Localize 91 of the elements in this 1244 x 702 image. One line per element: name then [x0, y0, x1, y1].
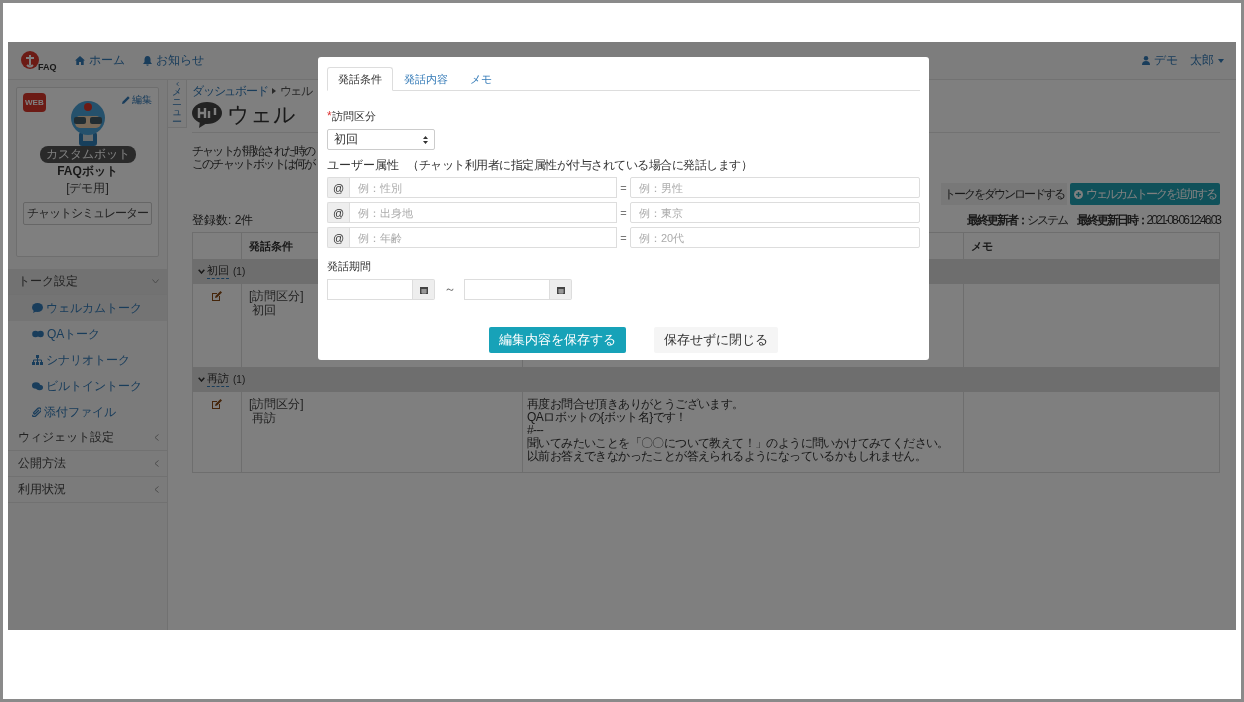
add-button[interactable]: ウェルカムトークを追加する — [1070, 183, 1220, 205]
speech-bubble-icon — [32, 303, 43, 313]
chevron-down-icon — [198, 376, 205, 382]
end-date-field[interactable] — [464, 279, 550, 300]
at-addon: @ — [327, 177, 349, 198]
chevron-down-icon — [152, 279, 159, 284]
simulator-button[interactable]: チャットシミュレーター — [23, 202, 152, 225]
page-title: ウェル — [227, 101, 296, 129]
at-addon: @ — [327, 227, 349, 248]
save-button[interactable]: 編集内容を保存する — [489, 327, 626, 353]
menu-item[interactable]: ウェルカムトーク — [8, 295, 167, 321]
calendar-icon — [419, 285, 428, 294]
edit-icon[interactable] — [212, 291, 222, 301]
menu-group[interactable]: 公開方法 — [8, 451, 167, 477]
breadcrumb-current: ウェル — [279, 82, 312, 100]
breadcrumb-link[interactable]: ダッシュボード — [192, 82, 268, 100]
start-date-field[interactable] — [327, 279, 413, 300]
field-note: （チャット利用者に指定属性が付与されている場合に発話します） — [407, 157, 752, 174]
dialog-tab[interactable]: 発話内容 — [393, 67, 459, 91]
menu-group[interactable]: 利用状況 — [8, 477, 167, 503]
channel-badge: WEB — [23, 93, 46, 112]
select-arrows-icon — [423, 135, 428, 144]
qa-bubbles-icon — [32, 330, 44, 338]
calendar-button[interactable] — [550, 279, 572, 300]
menu-group[interactable]: トーク設定 — [8, 269, 167, 295]
message-line: QAロボットの{ボット名}です！ — [527, 411, 688, 424]
message-line: #--- — [527, 424, 545, 437]
dialog-tab[interactable]: メモ — [459, 67, 503, 91]
logo-icon — [20, 49, 40, 72]
pencil-icon — [122, 96, 130, 104]
menu-item[interactable]: QAトーク — [8, 321, 167, 347]
group-row[interactable]: 再訪 (1) — [193, 367, 1219, 391]
message-line: 以前お答えできなかったことが答えられるようになっているかもしれません。 — [527, 450, 927, 463]
logo-text: FAQ — [38, 61, 57, 72]
visit-type-select[interactable]: 初回 — [327, 129, 435, 150]
nav-link[interactable]: お知らせ — [142, 52, 204, 69]
breadcrumb-arrow-icon — [271, 88, 276, 94]
at-addon: @ — [327, 202, 349, 223]
dialog-tab[interactable]: 発話条件 — [327, 67, 393, 91]
condition-label: [訪問区分] — [249, 397, 304, 411]
menu-item[interactable]: ビルトイントーク — [8, 373, 167, 399]
calendar-button[interactable] — [413, 279, 435, 300]
chevron-left-icon — [154, 486, 159, 493]
nav-link[interactable]: ホーム — [74, 52, 125, 69]
record-count: 登録数: 2件 — [192, 211, 254, 229]
attribute-key-field[interactable]: 例：出身地 — [349, 202, 617, 223]
bot-name: FAQボット — [57, 163, 118, 180]
equals-sign: = — [619, 231, 628, 244]
menu-toggle-label: メニュー — [172, 87, 182, 127]
chevron-left-icon — [154, 434, 159, 441]
caret-icon — [1218, 58, 1224, 63]
chevron-down-icon — [198, 268, 205, 274]
calendar-icon — [556, 285, 565, 294]
chevron-left-icon — [154, 460, 159, 467]
message-line: 再度お問合せ頂きありがとうございます。 — [527, 398, 745, 411]
condition-label: [訪問区分] — [249, 289, 304, 303]
description-text: チャットが開始された時の — [192, 145, 315, 158]
description-text: このチャットボットは何が — [192, 158, 315, 171]
sitemap-icon — [32, 355, 43, 365]
range-separator: ～ — [442, 281, 457, 298]
menu-toggle[interactable]: メニュー — [168, 80, 187, 128]
attribute-value-field[interactable]: 例：20代 — [630, 227, 920, 248]
edit-link[interactable]: 編集 — [122, 93, 152, 107]
plus-circle-icon — [1074, 189, 1083, 199]
bell-icon — [142, 55, 152, 66]
attribute-value-field[interactable]: 例：男性 — [630, 177, 920, 198]
menu-item[interactable]: シナリオトーク — [8, 347, 167, 373]
user-icon — [1142, 56, 1150, 65]
home-icon — [74, 56, 85, 65]
paperclip-icon — [32, 407, 41, 417]
bot-type-badge: カスタムボット — [39, 146, 136, 163]
attribute-key-field[interactable]: 例：性別 — [349, 177, 617, 198]
close-button[interactable]: 保存せずに閉じる — [654, 327, 778, 353]
menu-group[interactable]: ウィジェット設定 — [8, 425, 167, 451]
chat-icon — [32, 381, 43, 391]
field-label: *訪問区分 — [327, 109, 377, 124]
edit-icon[interactable] — [212, 399, 222, 409]
condition-value: 初回 — [252, 303, 276, 317]
hi-speech-bubble-icon — [192, 102, 222, 128]
attribute-key-field[interactable]: 例：年齢 — [349, 227, 617, 248]
field-label: 発話期間 — [327, 259, 372, 274]
condition-value: 再訪 — [252, 411, 276, 425]
user-menu[interactable]: デモ 太郎 — [1142, 52, 1224, 69]
field-label: ユーザー属性 — [327, 157, 399, 174]
download-button[interactable]: トークをダウンロードする — [941, 183, 1067, 205]
equals-sign: = — [619, 206, 628, 219]
last-updated-text: 最終更新者：システム 最終更新日時：2021-08-06 12:46:03 — [966, 211, 1220, 229]
bot-note: [デモ用] — [66, 180, 109, 197]
attribute-value-field[interactable]: 例：東京 — [630, 202, 920, 223]
equals-sign: = — [619, 181, 628, 194]
menu-item[interactable]: 添付ファイル — [8, 399, 167, 425]
